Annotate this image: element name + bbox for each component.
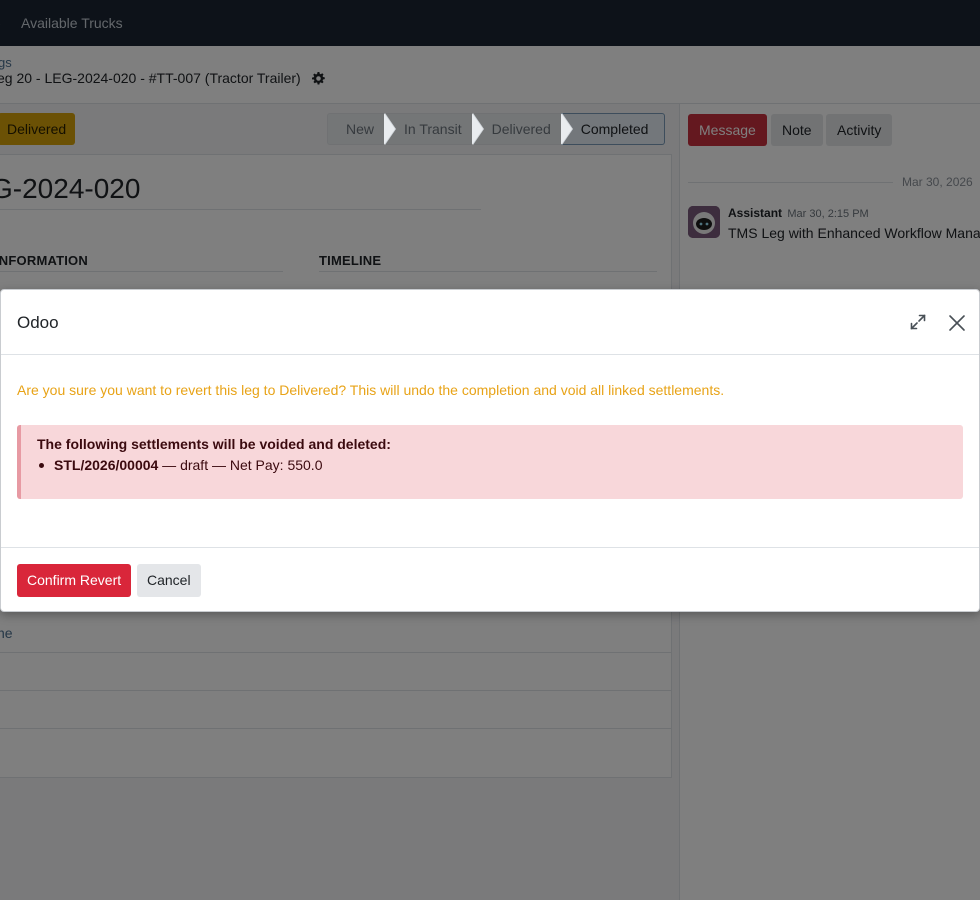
list-item: STL/2026/00004 — draft — Net Pay: 550.0: [39, 457, 323, 473]
dialog-header: Odoo: [1, 290, 979, 355]
settlements-alert: The following settlements will be voided…: [17, 425, 963, 499]
dialog-body: Are you sure you want to revert this leg…: [1, 356, 979, 547]
confirm-revert-button[interactable]: Confirm Revert: [17, 564, 132, 597]
revert-warning-text: Are you sure you want to revert this leg…: [17, 382, 725, 398]
settlements-alert-title: The following settlements will be voided…: [37, 436, 391, 452]
dialog-title: Odoo: [17, 313, 59, 332]
settlement-detail: — draft — Net Pay: 550.0: [158, 457, 323, 473]
bullet-icon: [39, 463, 44, 468]
settlement-reference: STL/2026/00004: [54, 457, 159, 473]
cancel-button[interactable]: Cancel: [137, 564, 201, 597]
dialog-footer: Confirm Revert Cancel: [1, 547, 979, 611]
confirm-dialog: Odoo Are you sure you want to revert thi…: [0, 289, 980, 612]
expand-icon[interactable]: [908, 312, 928, 332]
close-icon[interactable]: [947, 313, 967, 333]
